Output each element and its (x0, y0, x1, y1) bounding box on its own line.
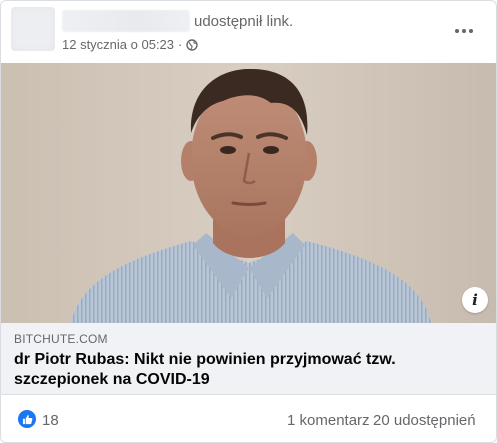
avatar[interactable] (11, 7, 55, 51)
like-count[interactable]: 18 (42, 412, 59, 429)
comments-count[interactable]: 1 komentarz (287, 412, 370, 429)
video-thumbnail-person (1, 63, 496, 323)
link-preview-image[interactable]: i (1, 63, 496, 323)
link-title[interactable]: dr Piotr Rubas: Nikt nie powinien przyjm… (14, 350, 483, 390)
post-header: udostępnił link. 12 stycznia o 05:23 · (1, 1, 496, 63)
more-options-icon (455, 29, 473, 33)
link-domain: BITCHUTE.COM (14, 332, 108, 346)
link-preview-info[interactable]: BITCHUTE.COM dr Piotr Rubas: Nikt nie po… (1, 323, 496, 395)
post-meta: 12 stycznia o 05:23 · (62, 37, 199, 52)
post-card: udostępnił link. 12 stycznia o 05:23 · i… (0, 0, 497, 443)
globe-icon (186, 39, 199, 51)
author-name-redacted[interactable] (62, 10, 190, 32)
shares-count[interactable]: 20 udostępnień (373, 412, 476, 429)
like-thumb-icon[interactable] (18, 410, 36, 428)
post-action-text: udostępnił link. (194, 13, 294, 30)
reactions-bar: 18 1 komentarz 20 udostępnień (1, 395, 496, 442)
post-timestamp[interactable]: 12 stycznia o 05:23 (62, 37, 174, 52)
meta-separator: · (178, 37, 183, 52)
more-options-button[interactable] (446, 17, 482, 45)
info-button[interactable]: i (462, 287, 488, 313)
